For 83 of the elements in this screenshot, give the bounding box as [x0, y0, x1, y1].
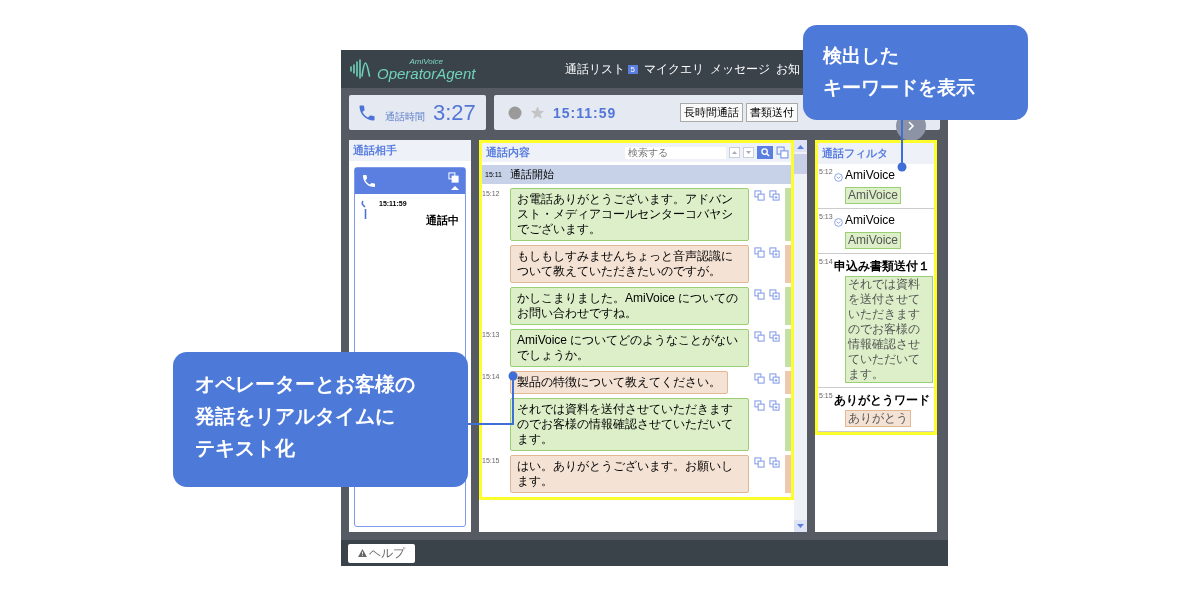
- copy-icon[interactable]: [754, 457, 765, 468]
- timer-label: 通話時間: [385, 110, 425, 124]
- scroll-thumb[interactable]: [794, 154, 807, 174]
- leader-line: [467, 371, 518, 425]
- caret-icon: [797, 523, 804, 529]
- copy-icon[interactable]: [754, 400, 765, 411]
- speaker-marker: [785, 329, 791, 367]
- callout-text: オペレーターとお客様の: [195, 372, 416, 397]
- call-start-label: 通話開始: [510, 167, 554, 182]
- keyword-tag: AmiVoice: [845, 232, 902, 249]
- tag-button[interactable]: 書類送付: [746, 103, 798, 122]
- call-start-time: 15:11:59: [553, 104, 617, 121]
- search-field[interactable]: 検索する: [625, 146, 726, 159]
- previous-match-button[interactable]: [729, 147, 740, 158]
- phone-icon: [361, 173, 377, 189]
- copy-icon[interactable]: [754, 247, 765, 258]
- copy-add-icon[interactable]: [769, 289, 780, 300]
- callout-text: キーワードを表示: [823, 76, 976, 100]
- nav-link[interactable]: メッセージ: [710, 60, 770, 78]
- logo-text: OperatorAgent: [377, 65, 476, 81]
- nav-link[interactable]: マイクエリ: [644, 60, 704, 78]
- scrollbar[interactable]: [794, 140, 807, 532]
- copy-icon[interactable]: [754, 373, 765, 384]
- speaker-marker: [785, 188, 791, 241]
- copy-add-icon[interactable]: [769, 247, 780, 258]
- scroll-up-button[interactable]: [794, 140, 807, 152]
- collapse-icon[interactable]: [834, 218, 843, 227]
- copy-icon[interactable]: [776, 146, 789, 159]
- search-button[interactable]: [757, 146, 773, 159]
- operator-message: お電話ありがとうございます。アドバンスト・メディアコールセンターコバヤシでございます。: [510, 188, 749, 241]
- chevron-icon: [905, 119, 917, 132]
- panel-title: 通話フィルタ: [818, 143, 934, 164]
- help-button[interactable]: ヘルプ: [348, 543, 415, 563]
- customer-message: はい。ありがとうございます。お願いします。: [510, 455, 749, 493]
- keyword-name: 申込み書類送付１: [834, 258, 931, 275]
- scroll-down-button[interactable]: [794, 520, 807, 532]
- copy-add-icon[interactable]: [769, 190, 780, 201]
- operator-message: かしこまりました。AmiVoice についてのお問い合わせですね。: [510, 287, 749, 325]
- star-icon: [530, 105, 545, 120]
- copy-add-icon[interactable]: [769, 373, 780, 384]
- keyword-tag: それでは資料を送付させていただきますのでお客様の情報確認させていただいてます。: [845, 276, 933, 383]
- operator-message: AmiVoice についてどのようなことがないでしょうか。: [510, 329, 749, 367]
- panel-title: 通話内容: [485, 145, 531, 160]
- callout-text: テキスト化: [195, 436, 296, 461]
- keyword-name: AmiVoice: [845, 213, 897, 229]
- call-status: 通話中: [425, 213, 459, 228]
- waveform-icon: [349, 59, 371, 79]
- next-match-button[interactable]: [743, 147, 754, 158]
- copy-add-icon[interactable]: [769, 457, 780, 468]
- tag-button[interactable]: 長時間通話: [680, 103, 743, 122]
- speaker-marker: [785, 398, 791, 451]
- keyword-tag: ありがとう: [845, 410, 911, 427]
- count-badge: 5: [627, 64, 638, 74]
- status-dot-icon: [508, 105, 522, 120]
- operator-message: それでは資料を送付させていただきますのでお客様の情報確認させていただいてます。: [510, 398, 749, 451]
- speaker-marker: [785, 245, 791, 283]
- caret-icon[interactable]: [451, 185, 459, 190]
- nav-link[interactable]: 通話リスト 5: [564, 60, 638, 78]
- copy-icon[interactable]: [754, 289, 765, 300]
- nav-link[interactable]: お知: [776, 60, 800, 78]
- speaker-marker: [785, 287, 791, 325]
- collapse-icon[interactable]: [834, 173, 843, 182]
- copy-icon[interactable]: [754, 190, 765, 201]
- customer-message: もしもしすみませんちょっと音声認識について教えていただきたいのですが。: [510, 245, 749, 283]
- copy-add-icon[interactable]: [769, 331, 780, 342]
- callout-text: 発話をリアルタイムに: [195, 404, 396, 429]
- keyword-name: AmiVoice: [845, 168, 897, 184]
- copy-add-icon[interactable]: [769, 400, 780, 411]
- search-icon: [760, 148, 770, 157]
- keyword-tag: AmiVoice: [845, 187, 902, 204]
- callout-text: 検出した: [823, 44, 900, 68]
- speaker-marker: [785, 371, 791, 394]
- warning-icon: [358, 549, 367, 557]
- customer-message: 製品の特徴について教えてください。: [510, 371, 728, 394]
- leader-line: [897, 119, 907, 172]
- keyword-name: ありがとうワード: [834, 392, 931, 409]
- copy-icon: [448, 172, 459, 183]
- timer-value: 3:27: [433, 99, 476, 126]
- speaker-marker: [785, 455, 791, 493]
- logo-subtitle: AmiVoice: [409, 57, 443, 66]
- caret-icon: [797, 143, 804, 149]
- panel-title: 通話相手: [349, 140, 471, 161]
- copy-icon[interactable]: [754, 331, 765, 342]
